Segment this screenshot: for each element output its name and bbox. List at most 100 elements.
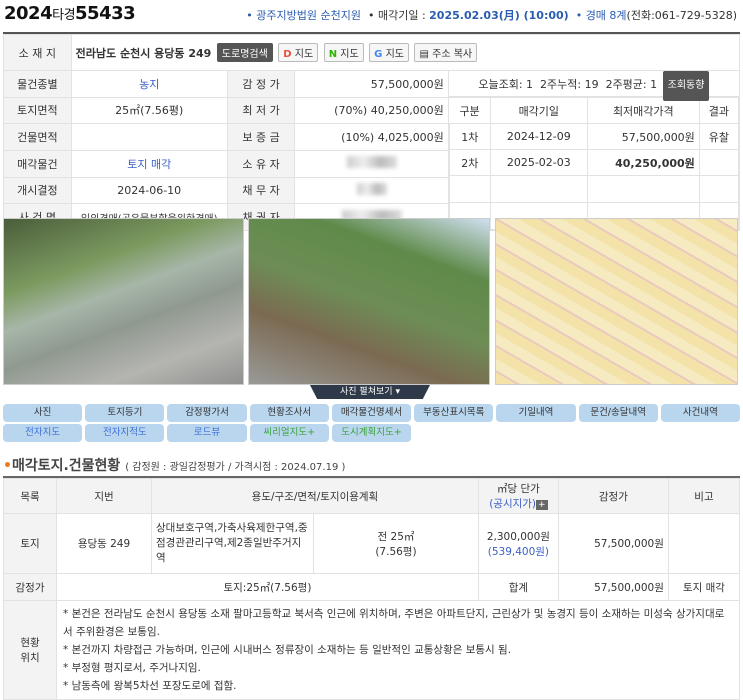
label: 주소 복사: [432, 49, 473, 60]
label: 보 증 금: [226, 123, 296, 151]
note: 토지 매각: [667, 573, 741, 601]
google-icon: G: [374, 49, 383, 60]
min-price: (70%) 40,250,000원: [294, 96, 449, 125]
label: 건물면적: [3, 123, 72, 151]
photo-2[interactable]: [248, 218, 490, 385]
case-no: 55433: [75, 3, 136, 24]
round: 2차: [448, 149, 491, 176]
location-map[interactable]: [495, 218, 738, 385]
col-header: 비고: [667, 478, 741, 514]
subtitle: ( 감정원 : 광일감정평가 / 가격시점 : 2024.07.19 ): [125, 462, 346, 473]
label: 사진 펼쳐보기: [340, 387, 393, 397]
tab-photo[interactable]: 사진: [3, 404, 83, 422]
naver-map-button[interactable]: N 지도: [323, 43, 364, 62]
sale-date-label: • 매각기일 :: [367, 9, 430, 22]
land-table: 목록 지번 용도/구조/면적/토지이용계획 ㎡당 단가 (공시지가) + 감정가 비…: [3, 476, 741, 700]
col-header: 용도/구조/면적/토지이용계획: [151, 478, 479, 514]
appraisal: 57,500,000원: [557, 513, 669, 574]
address: 전라남도 순천시 용당동 249: [75, 47, 212, 60]
sale-item: 토지 매각: [70, 149, 228, 178]
section-title: •매각토지.건물현황 ( 감정원 : 광일감정평가 / 가격시점 : 2024.…: [3, 455, 345, 475]
date: 2025-02-03: [489, 149, 588, 176]
photo-1[interactable]: [3, 218, 244, 385]
desc-line: * 남동측에 왕복5차선 포장도로에 접함.: [63, 680, 237, 692]
col-header: 최저매각가격: [586, 97, 700, 124]
location-desc: * 본건은 전라남도 순천시 용당동 소재 팔마고등학교 북서측 인근에 위치하…: [56, 600, 740, 700]
col-header: 결과: [698, 97, 740, 124]
views-trend-button[interactable]: 조회동향: [662, 71, 710, 101]
google-map-button[interactable]: G 지도: [369, 43, 409, 62]
history-row: 1차 2024-12-09 57,500,000원 유찰: [448, 123, 740, 150]
phone: (전화:061-729-5328): [626, 9, 737, 22]
area-pyeong: (7.56평): [375, 545, 417, 558]
info-table: 소 재 지 전라남도 순천시 용당동 249 도로명검색 D 지도 N 지도 G…: [3, 32, 741, 231]
land-use: 상대보호구역,가축사육제한구역,중점경관관리구역,제2종일반주거지역: [151, 513, 314, 574]
views-stat: 오늘조회: 1 2주누적: 19 2주평균: 1 조회동향: [448, 71, 739, 101]
col-header: ㎡당 단가: [496, 483, 540, 495]
price: 40,250,000원: [586, 149, 700, 176]
col-header: 목록: [3, 478, 57, 514]
sum-area: 토지:25㎡(7.56평): [56, 573, 479, 601]
desc-line: * 본건은 전라남도 순천시 용당동 소재 팔마고등학교 북서측 인근에 위치하…: [63, 608, 725, 638]
price: 57,500,000원: [586, 123, 700, 150]
tab-property-list[interactable]: 부동산표시목록: [414, 404, 494, 422]
official-price-link[interactable]: (공시지가): [489, 498, 536, 510]
tab-urban-plan-map[interactable]: 도시계획지도+: [331, 424, 412, 442]
history-row: 2차 2025-02-03 40,250,000원: [448, 149, 740, 176]
appraisal-value: 57,500,000원: [294, 70, 449, 98]
col-header: 구분: [449, 97, 491, 124]
tab-survey[interactable]: 현황조사서: [249, 404, 329, 422]
map-tabs: 전자지도 전자지적도 로드뷰 씨리얼지도+ 도시계획지도+: [3, 424, 740, 442]
label: 지도: [385, 49, 404, 60]
label: 현황 위치: [3, 600, 57, 700]
sale-date: 2025.02.03(月) (10:00): [429, 9, 569, 22]
note: [667, 513, 741, 574]
tab-e-map[interactable]: 전자지도: [3, 424, 83, 442]
location-row: 현황 위치 * 본건은 전라남도 순천시 용당동 소재 팔마고등학교 북서측 인…: [3, 600, 740, 700]
address-label: 소 재 지: [3, 34, 72, 71]
doc-tabs: 사진 토지등기 감정평가서 현황조사서 매각물건명세서 부동산표시목록 기일내역…: [3, 404, 740, 422]
debtor-blurred: [294, 176, 449, 205]
tab-sale-spec[interactable]: 매각물건명세서: [331, 404, 412, 422]
label: 감정가: [3, 573, 57, 601]
tab-date-history[interactable]: 기일내역: [496, 404, 576, 422]
tab-serial-map[interactable]: 씨리얼지도+: [249, 424, 329, 442]
lot: 용당동 249: [56, 513, 152, 574]
views: 오늘조회: 1 2주누적: 19 2주평균: 1: [478, 78, 658, 91]
tab-appraisal[interactable]: 감정평가서: [167, 404, 247, 422]
sum-row: 감정가 토지:25㎡(7.56평) 합계 57,500,000원 토지 매각: [3, 573, 741, 601]
plus-icon[interactable]: +: [536, 500, 548, 510]
label: 합계: [477, 573, 559, 601]
naver-icon: N: [328, 49, 338, 60]
dept: • 경매 8계: [575, 9, 627, 22]
tab-case-history[interactable]: 사건내역: [660, 404, 740, 422]
label: 토지면적: [3, 96, 72, 125]
item-type: 농지: [70, 70, 228, 98]
header-info: • 광주지방법원 순천지원 • 매각기일 : 2025.02.03(月) (10…: [246, 7, 737, 23]
label: 개시결정: [3, 176, 72, 205]
round: 1차: [448, 123, 491, 150]
spread-photos-button[interactable]: 사진 펼쳐보기 ▾: [310, 385, 430, 399]
court-link[interactable]: • 광주지방법원 순천지원: [246, 9, 361, 22]
history-panel: 오늘조회: 1 2주누적: 19 2주평균: 1 조회동향 구분 매각기일 최저매각…: [447, 70, 741, 231]
tab-roadview[interactable]: 로드뷰: [167, 424, 247, 442]
owner-blurred: [294, 149, 449, 178]
tab-cadastral-map[interactable]: 전자지적도: [85, 424, 165, 442]
col-header: 매각기일: [489, 97, 588, 124]
desc-line: * 본건까지 차량접근 가능하며, 인근에 시내버스 정류장이 소재하는 등 일…: [63, 644, 512, 656]
result: [698, 149, 740, 176]
chevron-down-icon: ▾: [395, 387, 400, 397]
building-area: [70, 123, 228, 151]
case-number: 2024타경55433: [4, 3, 136, 24]
official-price: (539,400원): [487, 545, 550, 558]
land-area: 25㎡(7.56평): [70, 96, 228, 125]
deposit: (10%) 4,025,000원: [294, 123, 449, 151]
label: 최 저 가: [226, 96, 296, 125]
tab-documents[interactable]: 문건/송달내역: [578, 404, 658, 422]
copy-address-button[interactable]: ▤ 주소 복사: [414, 43, 478, 62]
road-search-button[interactable]: 도로명검색: [216, 43, 273, 62]
tab-land-registry[interactable]: 토지등기: [85, 404, 165, 422]
label: 물건종별: [3, 70, 72, 98]
start-date: 2024-06-10: [70, 176, 228, 205]
daum-map-button[interactable]: D 지도: [278, 43, 319, 62]
